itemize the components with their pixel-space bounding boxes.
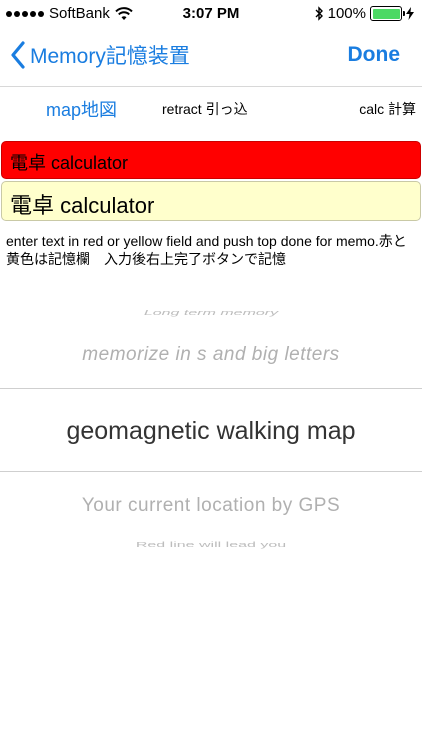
red-memo-field[interactable]: 電卓 calculator xyxy=(1,141,421,179)
charging-bolt-icon xyxy=(406,7,414,20)
tool-row: map地図 retract 引っ込 calc 計算 xyxy=(0,96,422,122)
memory-picker[interactable]: Long term memory memorize in s and big l… xyxy=(0,300,422,560)
battery-icon xyxy=(370,6,405,21)
status-right: 100% xyxy=(315,5,414,22)
battery-percent: 100% xyxy=(327,5,366,22)
done-button[interactable]: Done xyxy=(348,43,401,67)
nav-divider xyxy=(0,86,422,87)
map-button[interactable]: map地図 xyxy=(46,96,117,122)
retract-button[interactable]: retract 引っ込 xyxy=(162,99,248,119)
chevron-left-icon xyxy=(11,41,25,69)
picker-selection-bottom-line xyxy=(0,471,422,472)
back-button-label: Memory記憶装置 xyxy=(30,45,190,68)
calc-button[interactable]: calc 計算 xyxy=(359,99,416,119)
yellow-memo-field[interactable]: 電卓 calculator xyxy=(1,181,421,221)
picker-item[interactable]: Your current location by GPS xyxy=(0,495,422,517)
picker-selected-item[interactable]: geomagnetic walking map xyxy=(0,417,422,446)
navigation-bar: Memory記憶装置 Done xyxy=(0,30,422,82)
picker-item[interactable]: Long term memory xyxy=(0,309,422,317)
picker-item[interactable]: memorize in s and big letters xyxy=(0,344,422,366)
instructions-text: enter text in red or yellow field and pu… xyxy=(6,233,407,267)
back-button[interactable]: Memory記憶装置 xyxy=(10,40,190,70)
picker-item[interactable]: Red line will lead you xyxy=(0,541,422,549)
bluetooth-icon xyxy=(315,6,323,21)
status-bar: SoftBank 3:07 PM 100% xyxy=(0,0,422,30)
picker-selection-top-line xyxy=(0,388,422,389)
